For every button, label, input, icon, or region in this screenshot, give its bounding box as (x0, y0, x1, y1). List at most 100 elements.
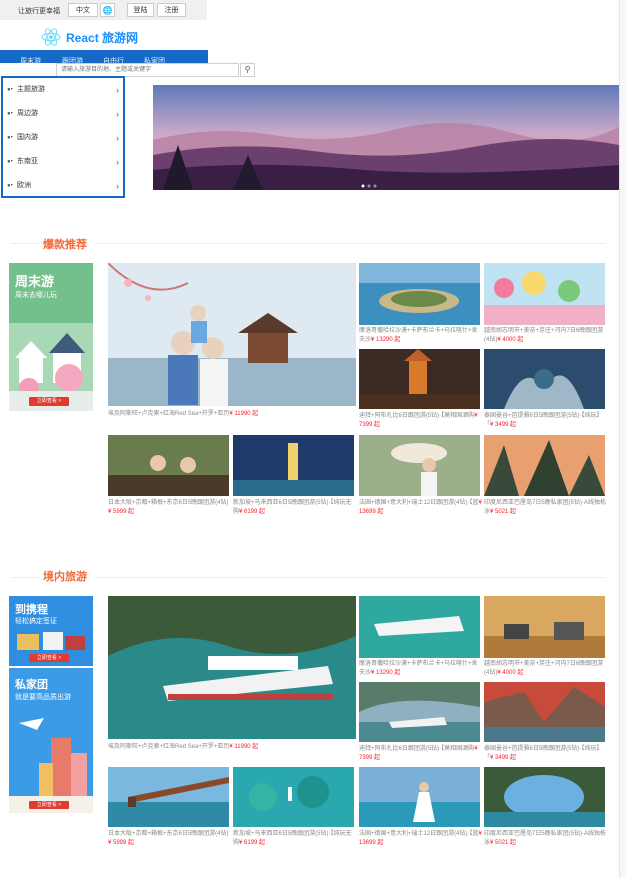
product-card[interactable]: 新加坡+马来西亚6日5晚跟团游(5钻)·【纯玩无购¥ 6199 起 (233, 767, 354, 846)
ad-title: 周末游 (15, 274, 55, 289)
globe-icon[interactable]: 🌐 (100, 3, 115, 17)
product-card[interactable]: 泰国曼谷+芭提雅6日5晚跟团游(5钻)·【纯玩】「¥ 3499 起 (484, 682, 605, 761)
product-card[interactable]: 埃及阿斯旺+卢克索+红海Red Sea+开罗+亚历¥ 11990 起 (108, 596, 356, 750)
product-caption: 埃及阿斯旺+卢克索+红海Red Sea+开罗+亚历¥ 11990 起 (108, 411, 259, 417)
ad-subtitle: 周末去哪儿玩 (15, 292, 57, 299)
menu-item-icon: ●• (7, 159, 13, 165)
nav-item-weekend[interactable]: 周末游 (20, 56, 41, 66)
product-image (359, 596, 480, 658)
side-menu-item-nearby[interactable]: ●• 周边游 › (7, 107, 119, 121)
language-dropdown[interactable]: 中文 (68, 3, 98, 17)
product-image (108, 435, 229, 496)
product-image (484, 767, 605, 827)
ad-subtitle: 轻松搞定签证 (15, 618, 57, 625)
product-image (233, 767, 354, 827)
product-caption: 越南胡志明市+美奈+芽庄+河内7日6晚跟团游(4钻)¥ 4000 起 (484, 328, 604, 343)
product-image (484, 682, 605, 742)
menu-item-icon: ●• (7, 87, 13, 93)
product-card[interactable]: 日本大阪+京都+箱根+东京6日5晚跟团游(4钻)¥ 5999 起 (108, 435, 229, 515)
product-image (233, 435, 354, 496)
side-menu-item-theme[interactable]: ●• 主题旅游 › (7, 83, 119, 97)
product-card[interactable]: 法国+德国+意大利+瑞士12日跟团游(4钻)·【蓝¥ 13699 起 (359, 767, 482, 846)
product-card[interactable]: 越南胡志明市+美奈+芽庄+河内7日6晚跟团游(4钻)¥ 4000 起 (484, 596, 605, 676)
section-divider (10, 243, 40, 244)
side-ad-weekend[interactable]: 周末游 周末去哪儿玩 立即查看 > (9, 263, 93, 411)
site-logo-text[interactable]: React 旅游网 (66, 29, 138, 46)
product-caption: 越南胡志明市+美奈+芽庄+河内7日6晚跟团游(4钻)¥ 4000 起 (484, 661, 604, 676)
product-card[interactable]: 印度尼西亚巴厘岛7日5晚私家团(5钻)·A线独栋泳¥ 5021 起 (484, 435, 606, 515)
menu-item-icon: ●• (7, 135, 13, 141)
product-caption: 印度尼西亚巴厘岛7日5晚私家团(5钻)·A线独栋泳¥ 5021 起 (484, 500, 607, 515)
product-price: ¥ 6199 起 (239, 509, 266, 515)
product-caption: 新加坡+马来西亚6日5晚跟团游(5钻)·【纯玩无购¥ 6199 起 (233, 500, 352, 515)
register-button[interactable]: 注册 (157, 3, 186, 17)
product-card[interactable]: 迪拜+阿布扎比6日跟团游(5钻)·【莫相国酒购¥ 7399 起 (359, 349, 480, 428)
ad-subtitle: 就是要高品质出游 (15, 694, 71, 701)
menu-item-icon: ●• (7, 183, 13, 189)
product-card[interactable]: 泰国曼谷+芭提雅6日5晚跟团游(5钻)·【纯玩】「¥ 3499 起 (484, 349, 605, 428)
product-price: ¥ 13290 起 (371, 670, 401, 676)
side-ad-private[interactable]: 私家团 就是要高品质出游 立即查看 > (9, 668, 93, 813)
product-card[interactable]: 越南胡志明市+美奈+芽庄+河内7日6晚跟团游(4钻)¥ 4000 起 (484, 263, 605, 343)
ad-title: 私家团 (15, 679, 48, 691)
product-card[interactable]: 埃及阿斯旺+卢克索+红海Red Sea+开罗+亚历¥ 11990 起 (107, 262, 356, 417)
product-image (359, 349, 480, 409)
ad-title: 到携程 (15, 604, 48, 616)
product-caption: 日本大阪+京都+箱根+东京6日5晚跟团游(4钻)¥ 5999 起 (108, 831, 229, 846)
product-price: ¥ 3499 起 (490, 422, 517, 428)
product-card[interactable]: 法国+德国+意大利+瑞士12日跟团游(4钻)·【蓝¥ 13699 起 (359, 435, 482, 515)
product-card[interactable]: 摩洛哥撒哈拉沙漠+卡萨布兰卡+马拉喀什+舍夫沙¥ 13290 起 (359, 263, 480, 343)
carousel-dot[interactable] (367, 184, 371, 188)
section-title-domestic: 境内旅游 (43, 571, 87, 583)
product-price: ¥ 5999 起 (108, 840, 135, 846)
scrollbar[interactable] (619, 0, 626, 878)
chevron-right-icon: › (116, 181, 119, 191)
side-menu-item-europe[interactable]: ●• 欧洲 › (7, 179, 119, 193)
search-input[interactable] (56, 63, 239, 77)
chevron-right-icon: › (116, 157, 119, 167)
product-image (484, 435, 605, 496)
side-menu: ●• 主题旅游 › ●• 周边游 › ●• 国内游 › ●• 东南亚 › ●• 欧洲 › (1, 76, 125, 198)
ad-view-button[interactable]: 立即查看 > (29, 801, 69, 809)
product-card[interactable]: 日本大阪+京都+箱根+东京6日5晚跟团游(4钻)¥ 5999 起 (108, 767, 229, 846)
login-button[interactable]: 登陆 (127, 3, 154, 17)
product-price: ¥ 11990 起 (229, 411, 259, 417)
product-card[interactable]: 迪拜+阿布扎比6日跟团游(5钻)·【莫相国酒购¥ 7399 起 (359, 682, 480, 761)
ad-view-button[interactable]: 立即查看 > (29, 654, 69, 662)
chevron-right-icon: › (116, 109, 119, 119)
product-caption: 迪拜+阿布扎比6日跟团游(5钻)·【莫相国酒购¥ 7399 起 (359, 746, 478, 761)
product-image (359, 263, 480, 325)
product-caption: 迪拜+阿布扎比6日跟团游(5钻)·【莫相国酒购¥ 7399 起 (359, 413, 478, 428)
carousel-dot[interactable] (373, 184, 377, 188)
product-card[interactable]: 摩洛哥撒哈拉沙漠+卡萨布兰卡+马拉喀什+舍夫沙¥ 13290 起 (359, 596, 480, 676)
product-caption: 泰国曼谷+芭提雅6日5晚跟团游(5钻)·【纯玩】「¥ 3499 起 (484, 413, 603, 428)
product-price: ¥ 3499 起 (490, 755, 517, 761)
product-image (484, 263, 605, 325)
product-image (359, 767, 480, 827)
product-price: ¥ 5021 起 (490, 509, 517, 515)
product-image (359, 682, 480, 742)
slogan: 让旅行更幸福 (18, 8, 60, 15)
react-logo-icon (41, 28, 61, 46)
banner-carousel[interactable] (153, 85, 619, 190)
product-caption: 法国+德国+意大利+瑞士12日跟团游(4钻)·【蓝¥ 13699 起 (359, 831, 482, 846)
product-caption: 法国+德国+意大利+瑞士12日跟团游(4钻)·【蓝¥ 13699 起 (359, 500, 482, 515)
ad-view-button[interactable]: 立即查看 > (29, 397, 69, 406)
side-menu-item-domestic[interactable]: ●• 国内游 › (7, 131, 119, 145)
product-card[interactable]: 印度尼西亚巴厘岛7日5晚私家团(5钻)·A线独栋泳¥ 5021 起 (484, 767, 606, 846)
product-image (108, 767, 229, 827)
side-ad-visa[interactable]: 到携程 轻松搞定签证 立即查看 > (9, 596, 93, 666)
product-caption: 摩洛哥撒哈拉沙漠+卡萨布兰卡+马拉喀什+舍夫沙¥ 13290 起 (359, 328, 478, 343)
product-image (484, 349, 605, 409)
side-menu-item-sea[interactable]: ●• 东南亚 › (7, 155, 119, 169)
carousel-dot[interactable] (361, 184, 365, 188)
product-card[interactable]: 新加坡+马来西亚6日5晚跟团游(5钻)·【纯玩无购¥ 6199 起 (233, 435, 354, 515)
product-caption: 新加坡+马来西亚6日5晚跟团游(5钻)·【纯玩无购¥ 6199 起 (233, 831, 352, 846)
search-icon[interactable]: ⚲ (240, 63, 255, 77)
product-price: ¥ 4000 起 (497, 670, 524, 676)
product-image (107, 262, 356, 406)
product-caption: 摩洛哥撒哈拉沙漠+卡萨布兰卡+马拉喀什+舍夫沙¥ 13290 起 (359, 661, 478, 676)
product-caption: 泰国曼谷+芭提雅6日5晚跟团游(5钻)·【纯玩】「¥ 3499 起 (484, 746, 603, 761)
product-image (484, 596, 605, 658)
product-price: ¥ 13290 起 (371, 337, 401, 343)
